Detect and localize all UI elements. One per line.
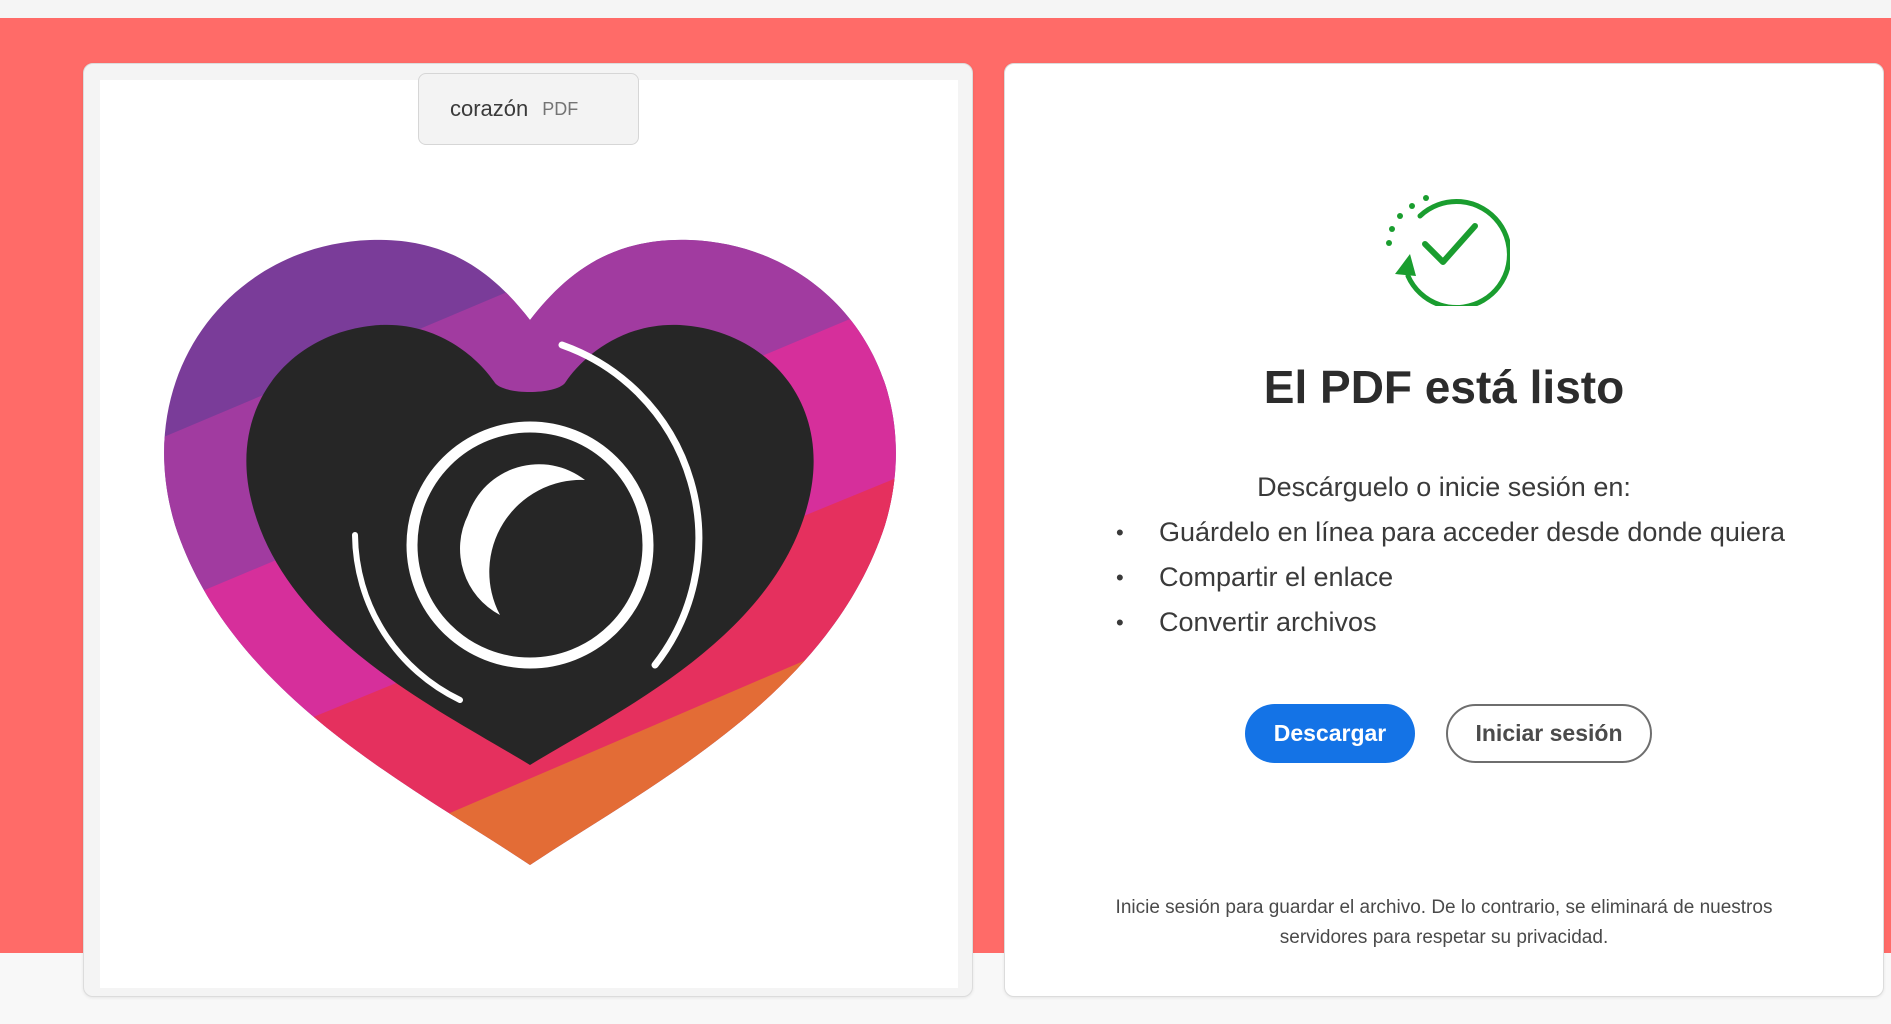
result-intro: Descárguelo o inicie sesión en:: [1257, 472, 1631, 502]
heart-camera-image: [164, 239, 896, 865]
list-item: • Convertir archivos: [1116, 600, 1876, 645]
list-item: • Guárdelo en línea para acceder desde d…: [1116, 510, 1876, 555]
top-strip: [0, 0, 1891, 18]
file-name-pill: corazón PDF: [418, 73, 639, 145]
benefit-text: Guárdelo en línea para acceder desde don…: [1159, 517, 1785, 547]
bullet-icon: •: [1116, 610, 1124, 635]
bullet-icon: •: [1116, 520, 1124, 545]
benefit-text: Compartir el enlace: [1159, 562, 1394, 592]
list-item: • Compartir el enlace: [1116, 555, 1876, 600]
privacy-note: Inicie sesión para guardar el archivo. D…: [1115, 897, 1773, 948]
file-name: corazón: [450, 96, 529, 121]
result-title: El PDF está listo: [1263, 361, 1625, 413]
benefit-text: Convertir archivos: [1159, 607, 1377, 637]
download-button[interactable]: Descargar: [1245, 704, 1415, 763]
file-type-label: PDF: [542, 98, 579, 119]
bullet-icon: •: [1116, 565, 1124, 590]
check-circle-icon: [1386, 195, 1510, 306]
benefit-list: • Guárdelo en línea para acceder desde d…: [1116, 510, 1876, 645]
sign-in-button[interactable]: Iniciar sesión: [1446, 704, 1652, 763]
